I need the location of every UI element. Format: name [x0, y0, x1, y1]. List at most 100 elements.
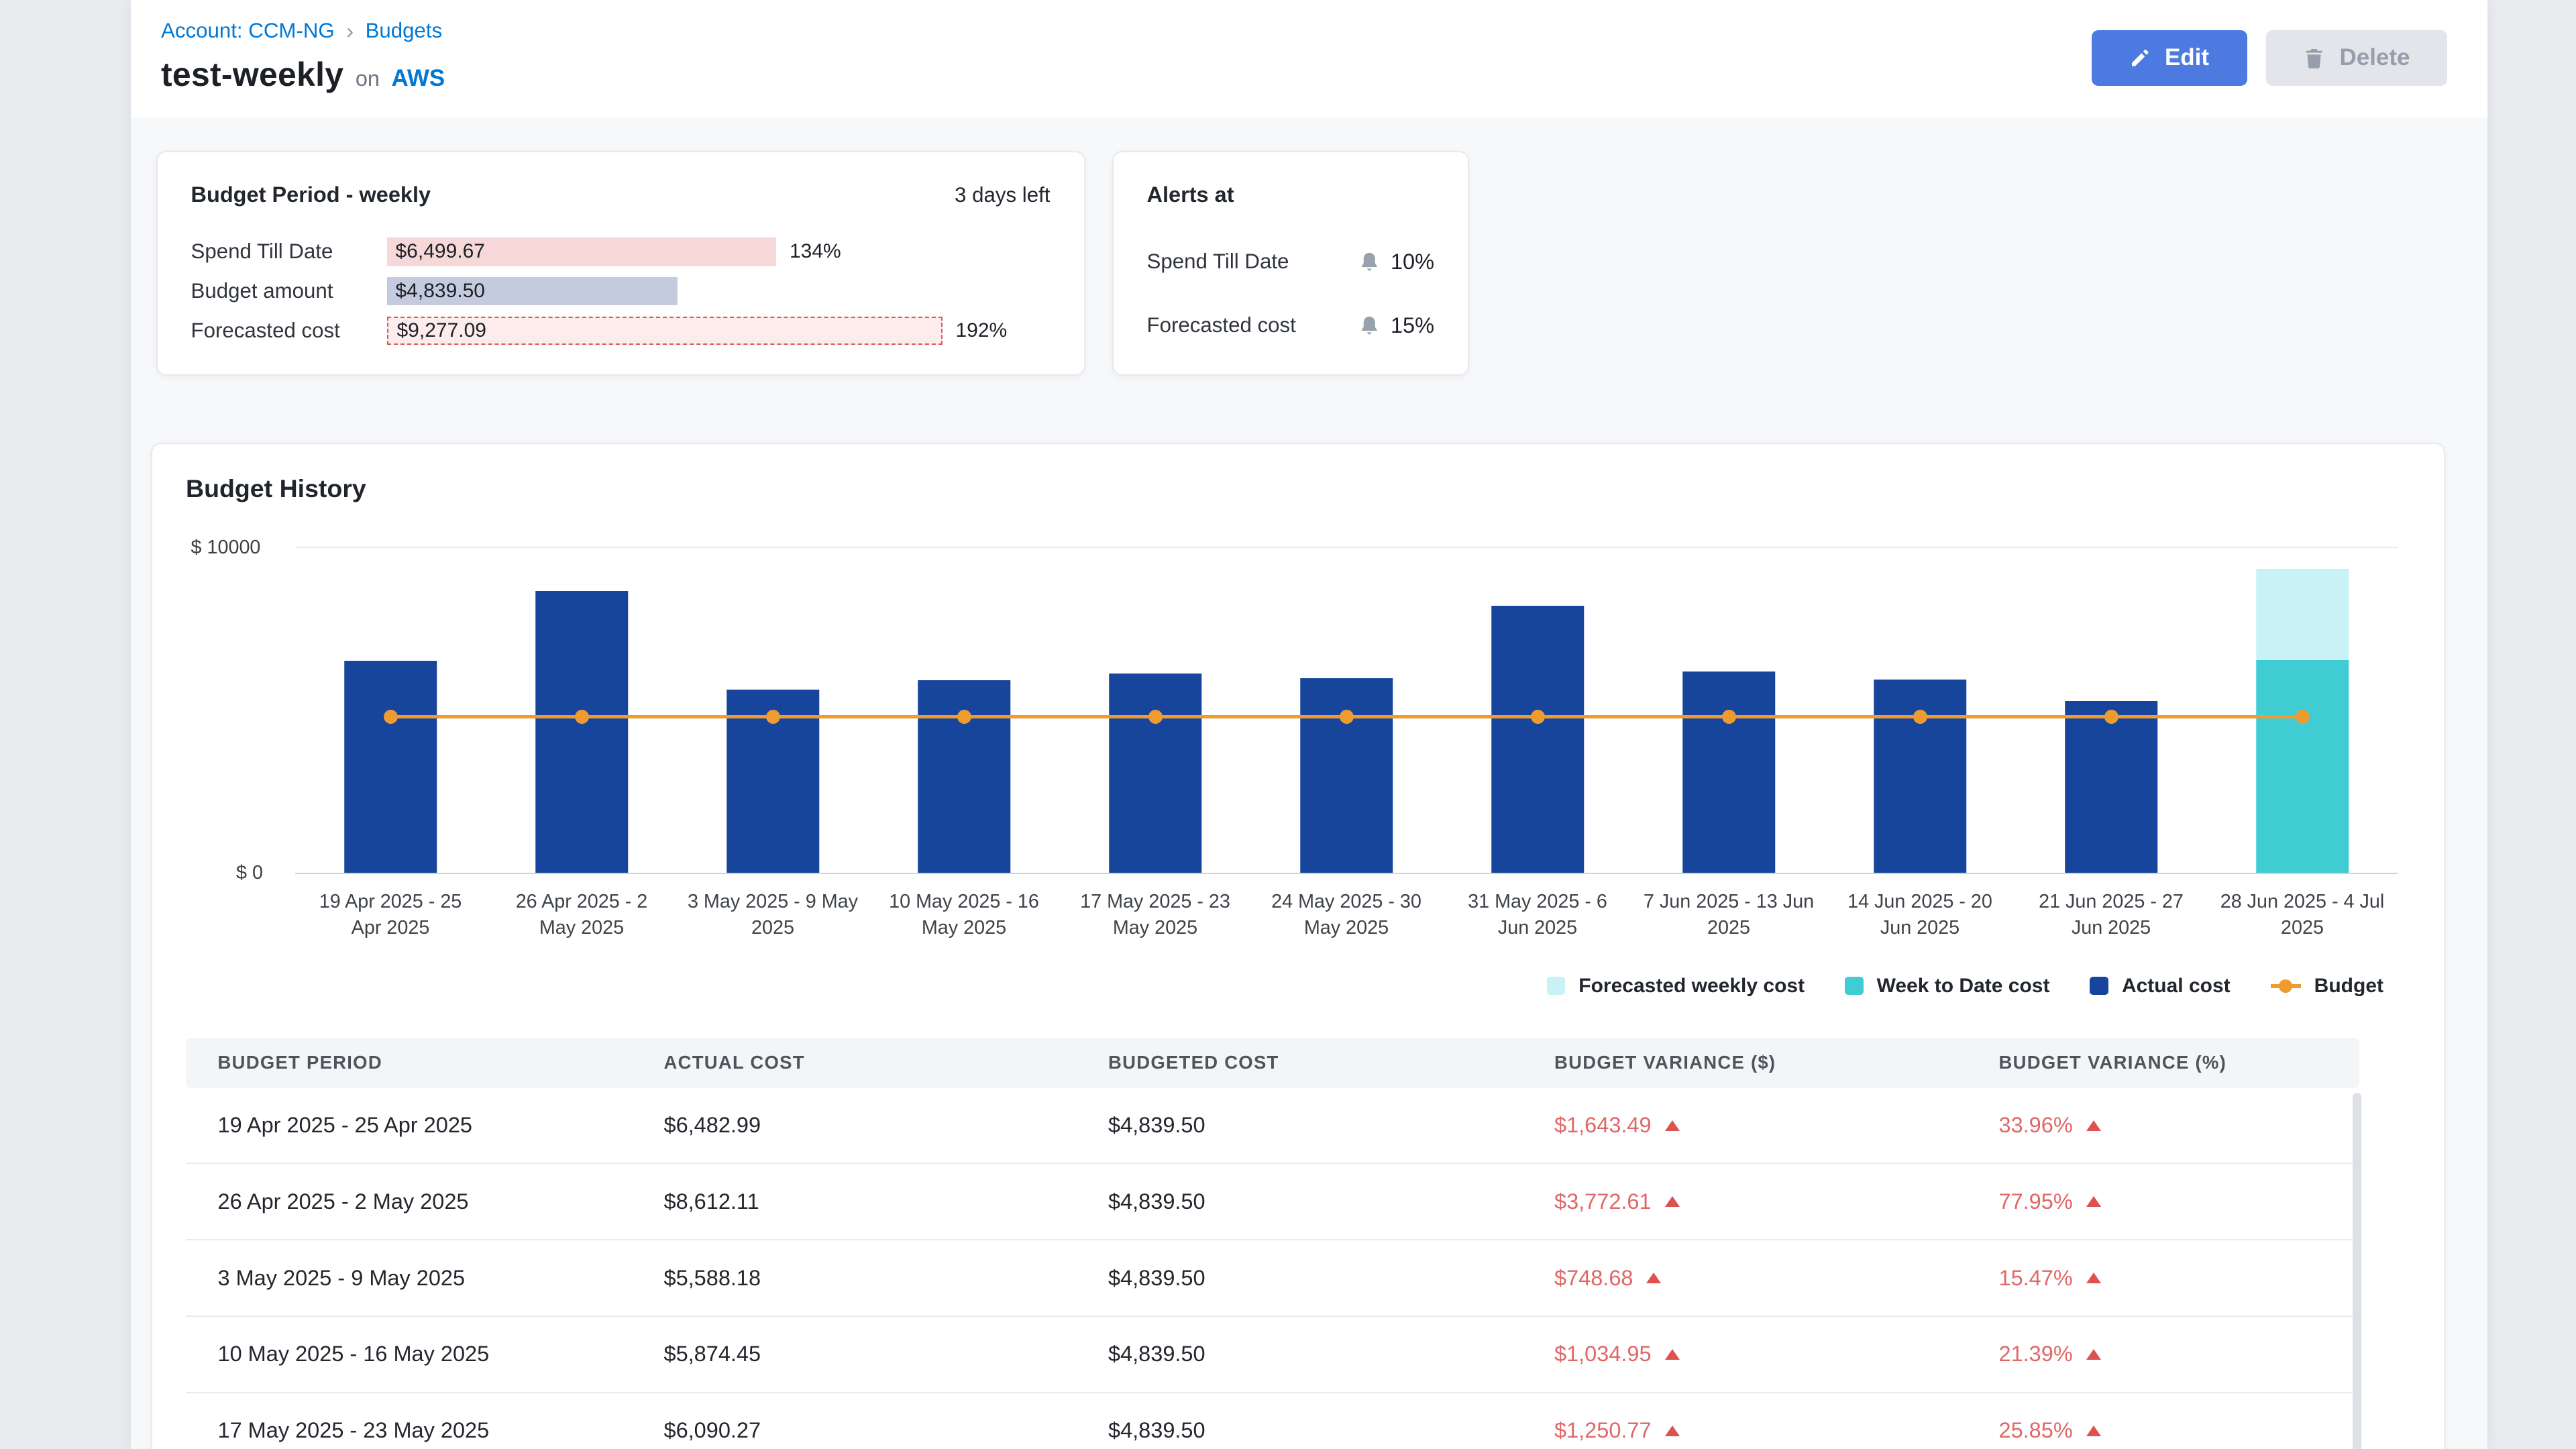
table-header-row: BUDGET PERIODACTUAL COSTBUDGETED COSTBUD… [186, 1038, 2359, 1088]
budget-bar: $4,839.50 [387, 277, 678, 306]
budget-table: BUDGET PERIODACTUAL COSTBUDGETED COSTBUD… [186, 1038, 2359, 1449]
chart-legend: Forecasted weekly cost Week to Date cost A… [186, 975, 2410, 998]
x-axis-label: 24 May 2025 - 30 May 2025 [1251, 874, 1442, 941]
edit-button-label: Edit [2165, 44, 2209, 71]
increase-arrow-icon [2086, 1349, 2101, 1360]
delete-button[interactable]: Delete [2266, 30, 2447, 86]
breadcrumb-budgets-link[interactable]: Budgets [366, 19, 443, 43]
chart-column [2016, 548, 2207, 873]
alerts-card-header: Alerts at [1147, 182, 1435, 207]
budget-period-card-header: Budget Period - weekly 3 days left [191, 182, 1051, 207]
x-axis-label: 14 Jun 2025 - 20 Jun 2025 [1825, 874, 2016, 941]
budget-row-value: $9,277.09 [388, 319, 486, 342]
variance-value: 25.85% [1999, 1418, 2073, 1443]
breadcrumb-account-link[interactable]: Account: CCM-NG [161, 19, 335, 43]
chart-column [1442, 548, 1633, 873]
chart-column [1251, 548, 1442, 873]
alerts-card: Alerts at Spend Till Date 10% Forecasted c… [1112, 151, 1470, 376]
alert-label: Forecasted cost [1147, 313, 1359, 337]
cell-budget-variance-usd: $748.68 [1523, 1266, 1968, 1291]
chart-column [1825, 548, 2016, 873]
increase-arrow-icon [1646, 1273, 1661, 1283]
forecasted-weekly-bar[interactable] [2256, 569, 2349, 660]
actual-cost-bar[interactable] [2065, 701, 2157, 873]
cell-budgeted-cost: $4,839.50 [1077, 1266, 1523, 1291]
budget-row-percent: 134% [790, 240, 841, 263]
alerts-title: Alerts at [1147, 182, 1234, 207]
x-axis-label: 3 May 2025 - 9 May 2025 [678, 874, 869, 941]
legend-item-budget[interactable]: Budget [2271, 975, 2383, 998]
bell-icon-wrap [1358, 315, 1381, 337]
table-scrollbar[interactable] [2353, 1093, 2361, 1449]
budget-period-rows: Spend Till Date$6,499.67134% Budget amoun… [191, 237, 1051, 345]
x-axis-label: 17 May 2025 - 23 May 2025 [1060, 874, 1251, 941]
chart-column [2207, 548, 2398, 873]
page-title: test-weekly [161, 55, 343, 94]
actual-cost-bar[interactable] [1874, 680, 1966, 873]
alert-label: Spend Till Date [1147, 250, 1359, 274]
days-left-label: 3 days left [955, 183, 1050, 207]
table-row: 17 May 2025 - 23 May 2025$6,090.27$4,839… [186, 1393, 2359, 1449]
actual-cost-bar[interactable] [727, 690, 819, 873]
budget-period-row-spend: Spend Till Date$6,499.67134% [191, 237, 1051, 266]
alert-row: Spend Till Date 10% [1147, 248, 1435, 276]
chart-column [1060, 548, 1251, 873]
table-row: 19 Apr 2025 - 25 Apr 2025$6,482.99$4,839… [186, 1088, 2359, 1165]
cell-budgeted-cost: $4,839.50 [1077, 1418, 1523, 1443]
actual-cost-bar[interactable] [1109, 674, 1201, 873]
cell-actual-cost: $6,090.27 [632, 1418, 1077, 1443]
forecasted-weekly-cost-legend-marker [1547, 977, 1566, 996]
legend-label: Week to Date cost [1877, 975, 2050, 998]
increase-arrow-icon [1665, 1120, 1680, 1131]
actual-cost-bar[interactable] [1682, 672, 1775, 873]
legend-label: Budget [2314, 975, 2383, 998]
budget-row-value: $4,839.50 [387, 280, 485, 303]
cell-budget-variance-pct: 33.96% [1967, 1113, 2359, 1138]
actual-cost-bar[interactable] [1300, 678, 1393, 873]
chart-column [295, 548, 486, 873]
x-axis-label: 31 May 2025 - 6 Jun 2025 [1442, 874, 1633, 941]
edit-button[interactable]: Edit [2092, 30, 2248, 86]
variance-value: 15.47% [1999, 1266, 2073, 1291]
cell-budgeted-cost: $4,839.50 [1077, 1189, 1523, 1214]
table-row: 3 May 2025 - 9 May 2025$5,588.18$4,839.5… [186, 1240, 2359, 1317]
x-axis-labels: 19 Apr 2025 - 25 Apr 202526 Apr 2025 - 2… [295, 874, 2398, 941]
variance-value: $3,772.61 [1554, 1189, 1652, 1214]
table-body: 19 Apr 2025 - 25 Apr 2025$6,482.99$4,839… [186, 1088, 2359, 1449]
cell-budget-variance-usd: $1,034.95 [1523, 1342, 1968, 1366]
cell-budget-period: 10 May 2025 - 16 May 2025 [186, 1342, 632, 1366]
actual-cost-bar[interactable] [535, 591, 628, 873]
legend-item-forecasted-weekly-cost[interactable]: Forecasted weekly cost [1547, 975, 1805, 998]
alert-threshold: 10% [1391, 250, 1434, 274]
budget-history-chart: $ 10000 $ 0 19 Apr 2025 - 25 Apr 202526 … [295, 547, 2398, 941]
chart-column [678, 548, 869, 873]
actual-cost-bar[interactable] [1491, 606, 1584, 872]
budget-row-label: Budget amount [191, 279, 388, 303]
budget-legend-marker [2271, 984, 2301, 988]
cell-budget-period: 17 May 2025 - 23 May 2025 [186, 1418, 632, 1443]
column-header: BUDGET VARIANCE (%) [1967, 1052, 2359, 1073]
chart-column [869, 548, 1060, 873]
x-axis-label: 10 May 2025 - 16 May 2025 [869, 874, 1060, 941]
actual-cost-bar[interactable] [344, 661, 437, 873]
legend-item-week-to-date-cost[interactable]: Week to Date cost [1845, 975, 2049, 998]
cell-budget-period: 3 May 2025 - 9 May 2025 [186, 1266, 632, 1291]
chart-column [486, 548, 678, 873]
variance-value: $1,643.49 [1554, 1113, 1652, 1138]
column-header: BUDGETED COST [1077, 1052, 1523, 1073]
actual-cost-bar[interactable] [918, 680, 1010, 873]
week-to-date-bar[interactable] [2256, 660, 2349, 873]
increase-arrow-icon [1665, 1426, 1680, 1436]
alert-row: Forecasted cost15% [1147, 311, 1435, 340]
forecast-bar: $9,277.09 [387, 317, 943, 345]
increase-arrow-icon [1665, 1196, 1680, 1207]
cell-actual-cost: $5,874.45 [632, 1342, 1077, 1366]
y-axis-min-label: $ 0 [236, 862, 263, 884]
page-content: Budget Period - weekly 3 days left Spend… [131, 117, 2487, 1449]
legend-item-actual-cost[interactable]: Actual cost [2090, 975, 2230, 998]
budget-history-title: Budget History [186, 474, 2410, 503]
cell-budget-variance-pct: 25.85% [1967, 1418, 2359, 1443]
bell-icon [1358, 251, 1381, 273]
cell-budget-variance-usd: $1,643.49 [1523, 1113, 1968, 1138]
column-header: BUDGET VARIANCE ($) [1523, 1052, 1968, 1073]
